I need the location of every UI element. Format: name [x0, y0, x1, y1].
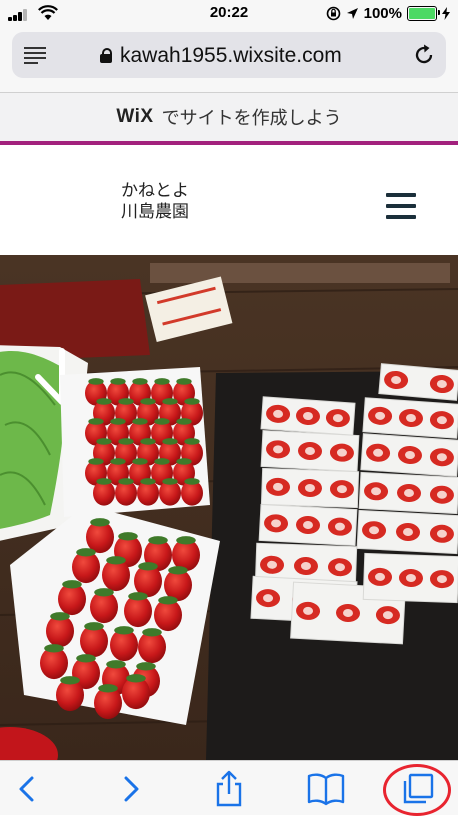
- reload-icon[interactable]: [412, 43, 436, 67]
- wix-promo-banner[interactable]: WiX でサイトを作成しよう: [0, 93, 458, 145]
- tabs-highlight-circle: [383, 764, 451, 816]
- site-title[interactable]: かねとよ 川島農園: [121, 181, 189, 223]
- share-icon[interactable]: [209, 769, 249, 809]
- site-title-line2: 川島農園: [121, 202, 189, 222]
- location-arrow-icon: [346, 7, 358, 19]
- wix-logo: WiX: [116, 106, 154, 127]
- site-title-line1: かねとよ: [121, 181, 189, 201]
- status-right-group: 100%: [326, 4, 450, 22]
- reader-icon[interactable]: [24, 47, 46, 64]
- battery-icon: [407, 5, 440, 21]
- site-header: かねとよ 川島農園: [0, 145, 458, 255]
- forward-icon[interactable]: [110, 769, 150, 809]
- battery-percent: 100%: [363, 4, 402, 22]
- charging-bolt-icon: [442, 6, 450, 20]
- lock-icon: [100, 48, 112, 63]
- strawberry-sandwich-photo: [0, 255, 458, 760]
- hamburger-menu-icon[interactable]: [386, 193, 416, 219]
- browser-top-bar: kawah1955.wixsite.com: [0, 26, 458, 93]
- safari-toolbar: [0, 760, 458, 816]
- wix-banner-text: でサイトを作成しよう: [161, 108, 342, 128]
- address-bar[interactable]: kawah1955.wixsite.com: [12, 32, 446, 78]
- back-icon[interactable]: [8, 769, 48, 809]
- url-text[interactable]: kawah1955.wixsite.com: [120, 44, 342, 68]
- bookmarks-icon[interactable]: [306, 769, 346, 809]
- orientation-lock-icon: [326, 6, 340, 20]
- status-bar: 20:22 100%: [0, 0, 458, 26]
- hero-image: [0, 255, 458, 760]
